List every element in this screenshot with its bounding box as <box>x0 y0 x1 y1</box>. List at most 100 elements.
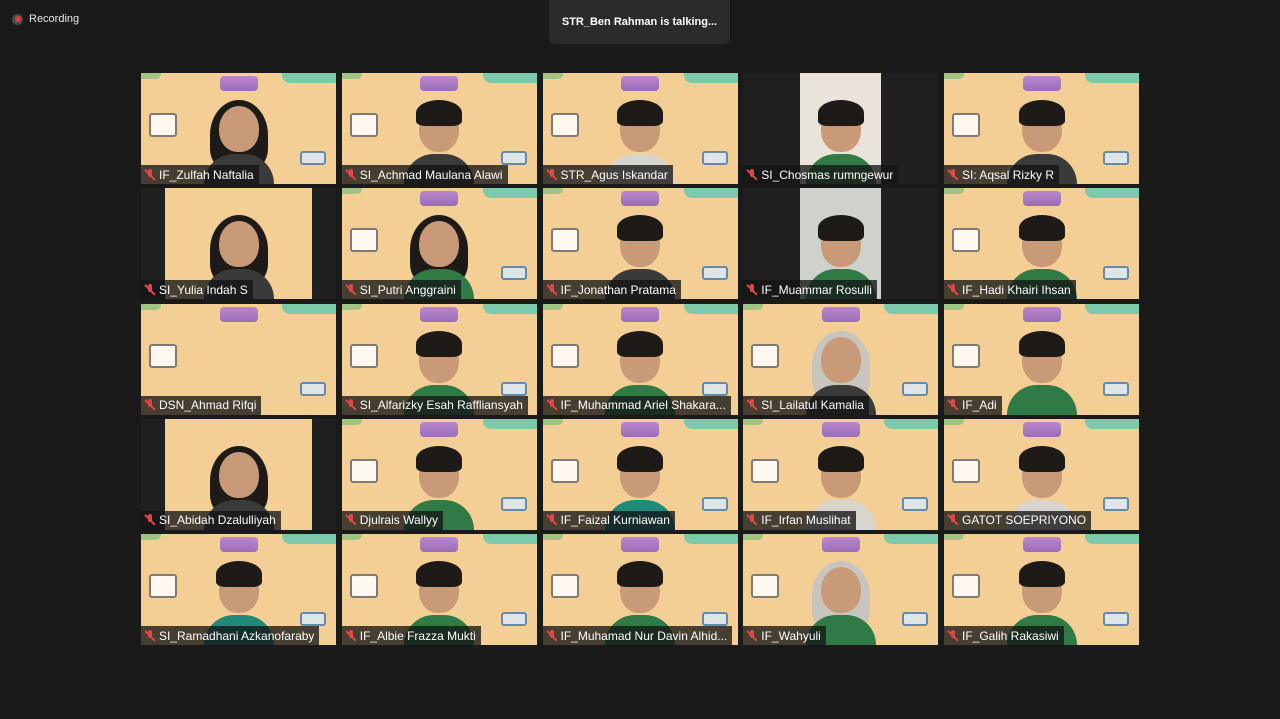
recording-indicator[interactable]: Recording <box>12 12 79 26</box>
participant-name: SI_Lailatul Kamalia <box>761 398 864 412</box>
participant-name-label: IF_Irfan Muslihat <box>743 510 856 530</box>
video-tile[interactable]: IF_Albie Frazza Mukti <box>341 534 537 645</box>
recording-label: Recording <box>29 13 80 25</box>
participant-name: SI_Alfarizky Esah Raffliansyah <box>359 398 523 412</box>
participant-video <box>1006 330 1077 415</box>
participant-name: IF_Jonathan Pratama <box>560 282 676 297</box>
participant-name: IF_Faizal Kurniawan <box>560 513 670 528</box>
participant-name: IF_Adi <box>962 398 997 412</box>
participant-name-label: IF_Muhamad Nur Davin Alhid... <box>542 626 733 645</box>
participant-name: SI_Putri Anggraini <box>359 282 456 297</box>
mic-muted-icon <box>547 168 557 181</box>
video-tile[interactable]: IF_Faizal Kurniawan <box>542 418 738 530</box>
record-icon <box>12 13 23 25</box>
participant-name-label: IF_Adi <box>944 395 1002 415</box>
participant-name-label: DSN_Ahmad Rifqi <box>141 395 262 415</box>
participant-name: IF_Irfan Muslihat <box>761 513 851 528</box>
video-tile[interactable]: DSN_Ahmad Rifqi <box>141 303 336 415</box>
participant-name-label: IF_Albie Frazza Mukti <box>341 626 481 645</box>
mic-muted-icon <box>346 283 356 296</box>
video-tile[interactable]: STR_Agus Iskandar <box>542 73 738 184</box>
video-tile[interactable]: SI_Achmad Maulana Alawi <box>341 73 537 184</box>
video-tile[interactable]: IF_Muammar Rosulli <box>743 188 939 300</box>
video-tile[interactable]: IF_Wahyuli <box>743 534 939 645</box>
participant-name: SI: Aqsal Rizky R <box>962 167 1055 182</box>
mic-muted-icon <box>747 168 757 181</box>
mic-muted-icon <box>747 514 757 526</box>
participant-name-label: SI_Ramadhani Azkanofaraby <box>141 626 320 645</box>
mic-muted-icon <box>145 629 155 642</box>
participant-name: IF_Hadi Khairi Ihsan <box>962 282 1071 297</box>
video-tile[interactable]: IF_Muhammad Ariel Shakara... <box>542 303 738 415</box>
video-tile[interactable]: SI_Abidah Dzalulliyah <box>141 418 336 530</box>
participant-name-label: SI_Putri Anggraini <box>341 280 461 300</box>
mic-muted-icon <box>948 514 958 526</box>
participant-name: IF_Galih Rakasiwi <box>962 628 1059 643</box>
video-tile[interactable]: SI_Lailatul Kamalia <box>743 303 939 415</box>
mic-muted-icon <box>948 399 958 411</box>
participant-name-label: IF_Faizal Kurniawan <box>542 510 675 530</box>
mic-muted-icon <box>747 629 757 642</box>
participant-name-label: SI_Alfarizky Esah Raffliansyah <box>341 395 528 415</box>
active-speaker-text: STR_Ben Rahman is talking... <box>561 16 718 28</box>
video-tile[interactable]: Djulrais Wallyy <box>341 418 537 530</box>
participant-name: IF_Muammar Rosulli <box>761 282 872 297</box>
mic-muted-icon <box>145 168 155 181</box>
participant-name: IF_Muhamad Nur Davin Alhid... <box>560 628 728 643</box>
participant-name: SI_Abidah Dzalulliyah <box>159 513 276 528</box>
mic-muted-icon <box>948 629 958 642</box>
video-tile[interactable]: IF_Zulfah Naftalia <box>141 73 336 184</box>
participant-name-label: GATOT SOEPRIYONO <box>944 510 1092 530</box>
mic-muted-icon <box>346 168 356 181</box>
participant-name-label: SI_Yulia Indah S <box>141 280 253 300</box>
video-tile[interactable]: SI: Aqsal Rizky R <box>944 73 1139 184</box>
video-tile[interactable]: IF_Adi <box>944 303 1139 415</box>
mic-muted-icon <box>145 399 155 411</box>
participant-name: SI_Chosmas rumngewur <box>761 167 894 182</box>
video-tile[interactable]: SI_Alfarizky Esah Raffliansyah <box>341 303 537 415</box>
participant-name-label: SI_Lailatul Kamalia <box>743 395 869 415</box>
participant-name-label: SI_Abidah Dzalulliyah <box>141 510 281 530</box>
participant-name-label: IF_Hadi Khairi Ihsan <box>944 280 1076 300</box>
participant-name-label: IF_Galih Rakasiwi <box>944 626 1064 645</box>
participant-name-label: SI_Achmad Maulana Alawi <box>341 165 508 184</box>
mic-muted-icon <box>547 629 557 642</box>
video-tile[interactable]: IF_Muhamad Nur Davin Alhid... <box>542 534 738 645</box>
participant-name: IF_Zulfah Naftalia <box>159 167 254 182</box>
participant-name-label: Djulrais Wallyy <box>341 510 443 530</box>
video-tile[interactable]: SI_Chosmas rumngewur <box>743 73 939 184</box>
participant-name: Djulrais Wallyy <box>359 513 438 528</box>
mic-muted-icon <box>547 514 557 526</box>
video-tile[interactable]: SI_Putri Anggraini <box>341 188 537 300</box>
participant-name: STR_Agus Iskandar <box>560 167 668 182</box>
mic-muted-icon <box>346 514 356 526</box>
mic-muted-icon <box>145 283 155 296</box>
video-tile[interactable]: GATOT SOEPRIYONO <box>944 418 1139 530</box>
mic-muted-icon <box>747 283 757 296</box>
video-tile[interactable]: IF_Jonathan Pratama <box>542 188 738 300</box>
mic-muted-icon <box>145 514 155 526</box>
participant-name: SI_Ramadhani Azkanofaraby <box>159 628 315 643</box>
video-gallery: IF_Zulfah Naftalia SI_Achmad Maulana Ala… <box>141 73 1139 645</box>
video-tile[interactable]: IF_Hadi Khairi Ihsan <box>944 188 1139 300</box>
participant-name-label: IF_Wahyuli <box>743 626 826 645</box>
video-tile[interactable]: IF_Galih Rakasiwi <box>944 534 1139 645</box>
video-tile[interactable]: SI_Yulia Indah S <box>141 188 336 300</box>
mic-muted-icon <box>346 629 356 642</box>
participant-name-label: STR_Agus Iskandar <box>542 165 673 184</box>
participant-name: DSN_Ahmad Rifqi <box>159 398 257 412</box>
mic-muted-icon <box>547 399 557 411</box>
mic-muted-icon <box>346 399 356 411</box>
mic-muted-icon <box>948 283 958 296</box>
participant-name: GATOT SOEPRIYONO <box>962 513 1087 528</box>
video-tile[interactable]: IF_Irfan Muslihat <box>743 418 939 530</box>
mic-muted-icon <box>547 283 557 296</box>
meeting-window: Recording STR_Ben Rahman is talking... I… <box>0 0 1280 719</box>
active-speaker-banner: STR_Ben Rahman is talking... <box>549 0 730 44</box>
participant-name-label: SI_Chosmas rumngewur <box>743 165 899 184</box>
mic-muted-icon <box>948 168 958 181</box>
video-tile[interactable]: SI_Ramadhani Azkanofaraby <box>141 534 336 645</box>
mic-muted-icon <box>747 399 757 411</box>
participant-name: SI_Yulia Indah S <box>159 282 248 297</box>
participant-name: IF_Albie Frazza Mukti <box>359 628 476 643</box>
